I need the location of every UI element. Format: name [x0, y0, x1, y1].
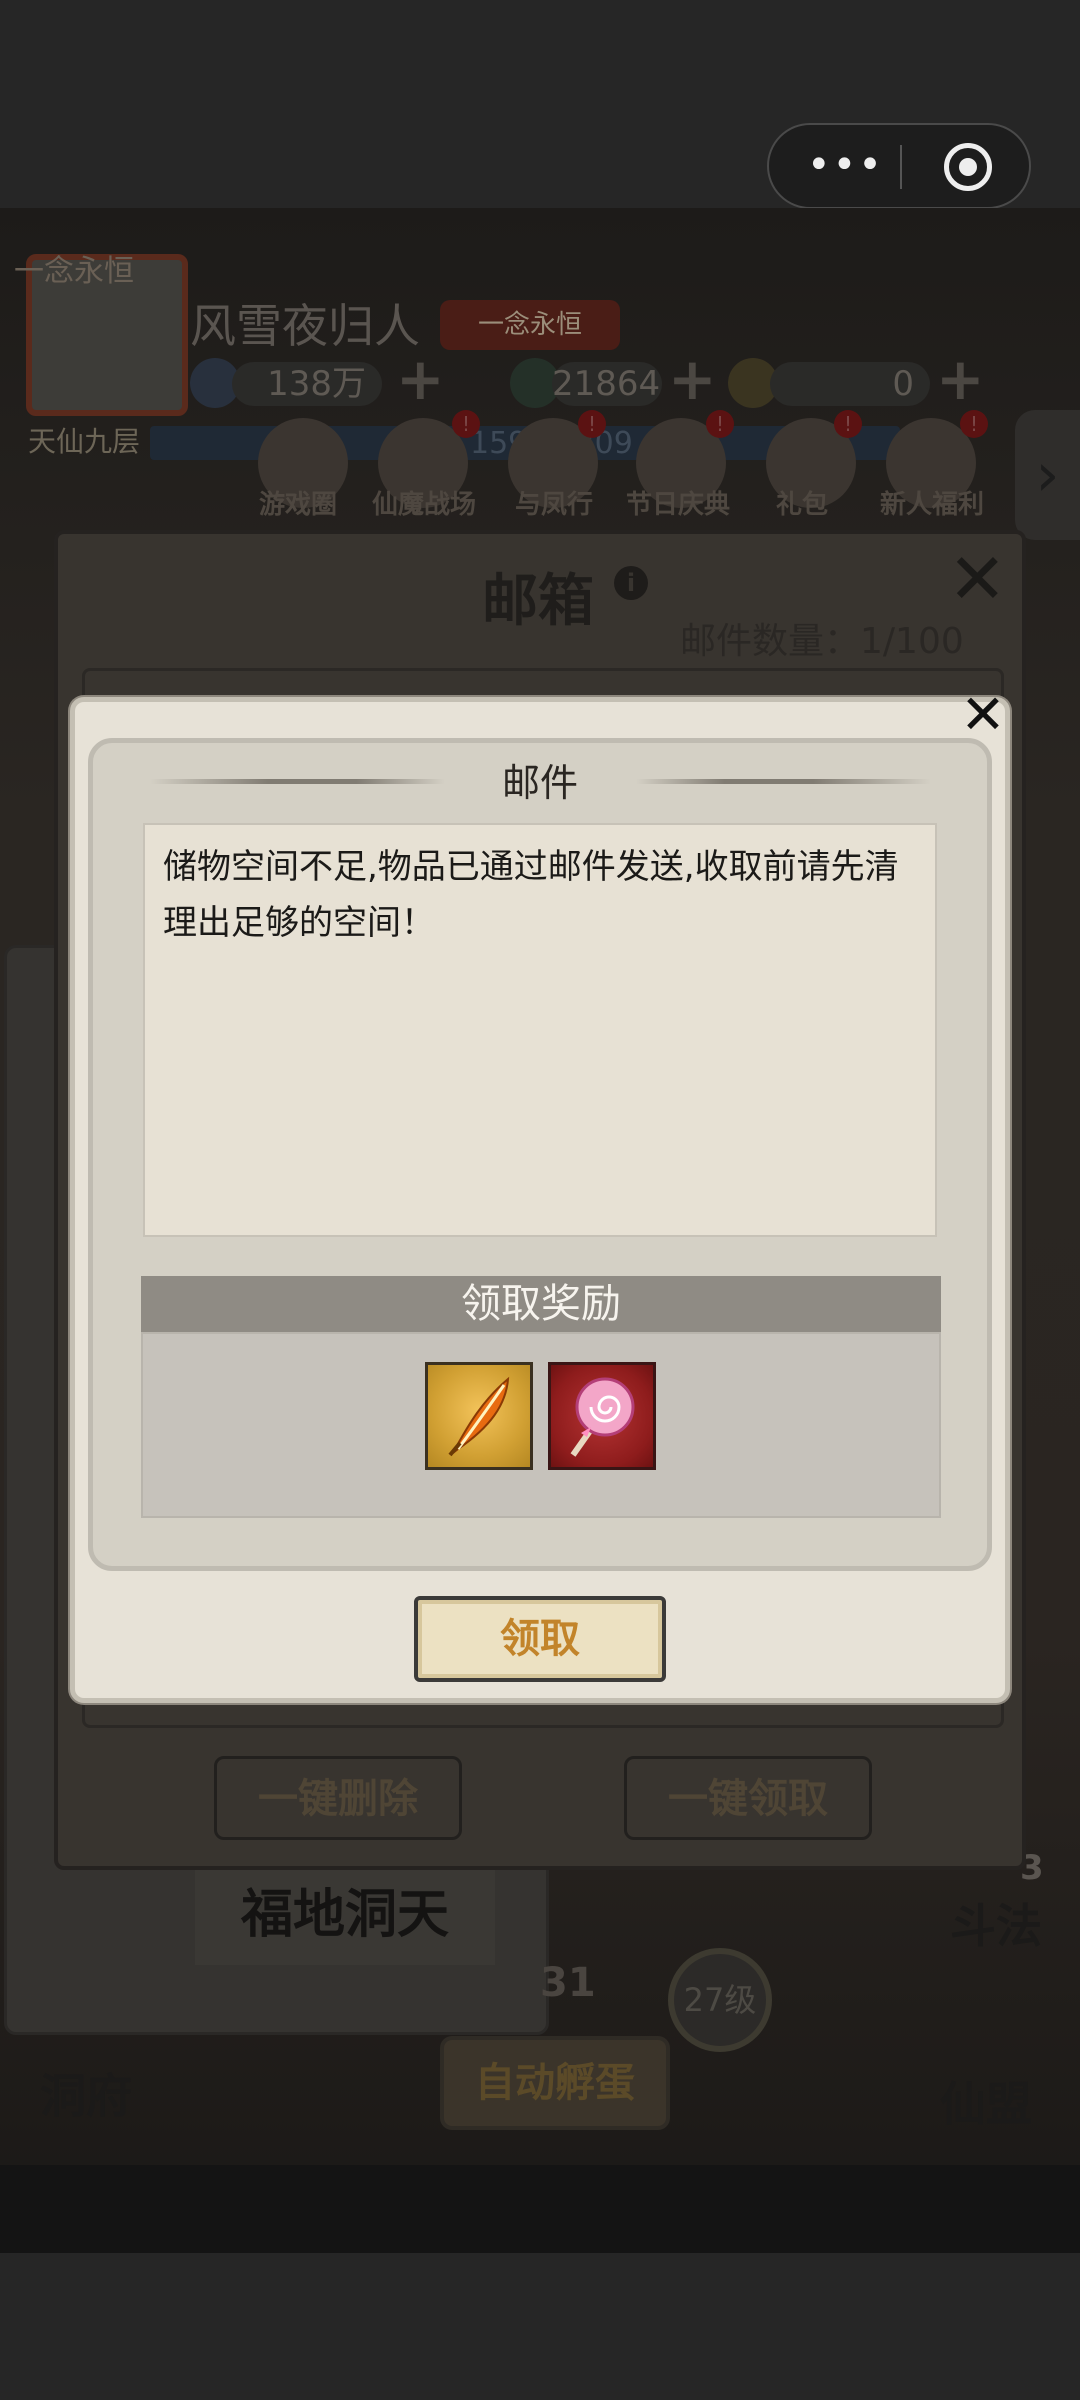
player-title-tag: 一念永恒	[440, 300, 620, 350]
info-icon[interactable]: i	[614, 566, 648, 600]
delete-all-button[interactable]: 一键删除	[214, 1756, 462, 1840]
popup-title: 邮件	[501, 761, 578, 805]
notification-badge: !	[706, 410, 734, 438]
notification-badge: !	[452, 410, 480, 438]
reward-header: 领取奖励	[141, 1276, 941, 1332]
notification-badge: !	[578, 410, 606, 438]
mail-count: 邮件数量：1/100	[680, 621, 964, 662]
game-bottom-strip	[0, 2165, 1080, 2253]
golden-feather-icon[interactable]	[425, 1362, 533, 1470]
close-miniprogram-icon[interactable]	[944, 143, 992, 191]
popup-close-icon[interactable]: ✕	[958, 688, 1008, 742]
title-divider-right	[636, 779, 931, 784]
menu-label-feng: 与凤行	[514, 490, 593, 520]
stat-value: 31	[540, 1960, 596, 2006]
menu-label-festival: 节日庆典	[625, 490, 730, 520]
fudi-label[interactable]: 福地洞天	[195, 1865, 495, 1965]
title-divider-left	[150, 779, 445, 784]
claim-all-button[interactable]: 一键领取	[624, 1756, 872, 1840]
resource-jade: 21864	[552, 362, 662, 406]
cave-button[interactable]: 洞府	[40, 2060, 132, 2126]
level-badge: 27级	[668, 1948, 772, 2052]
mail-message: 储物空间不足,物品已通过邮件发送,收取前请先清理出足够的空间！	[143, 823, 937, 1237]
reward-area	[141, 1332, 941, 1518]
blank-bottom-area	[0, 2253, 1080, 2400]
menu-label-game-circle: 游戏圈	[258, 490, 337, 520]
alliance-button[interactable]: 仙盟	[940, 2068, 1032, 2134]
mailbox-title: 邮箱	[482, 569, 594, 634]
notification-badge: !	[960, 410, 988, 438]
claim-button[interactable]: 领取	[414, 1596, 666, 1682]
menu-label-gift-bag: 礼包	[775, 490, 828, 520]
notification-badge: !	[834, 410, 862, 438]
expand-menu-chevron-icon[interactable]: ›	[1015, 410, 1080, 540]
more-menu-button[interactable]: •••	[807, 145, 882, 189]
lollipop-icon[interactable]	[548, 1362, 656, 1470]
menu-label-battlefield: 仙魔战场	[371, 490, 476, 520]
mini-program-capsule: •••	[767, 123, 1031, 209]
auto-hatch-button[interactable]: 自动孵蛋	[440, 2036, 670, 2130]
add-spirit-stone-button[interactable]: +	[396, 350, 445, 408]
duel-button[interactable]: 斗法	[950, 1890, 1042, 1956]
capsule-divider	[900, 145, 902, 189]
add-jade-button[interactable]: +	[668, 350, 717, 408]
game-logo: 一念永恒	[14, 254, 134, 289]
menu-label-newbie: 新人福利	[879, 490, 984, 520]
resource-gourd: 0	[770, 362, 930, 406]
add-gourd-button[interactable]: +	[936, 350, 985, 408]
resource-spirit-stone: 138万	[232, 362, 382, 406]
cultivation-rank: 天仙九层	[28, 425, 141, 458]
mailbox-close-icon[interactable]: ✕	[948, 538, 1007, 620]
player-name: 风雪夜归人	[190, 299, 420, 353]
